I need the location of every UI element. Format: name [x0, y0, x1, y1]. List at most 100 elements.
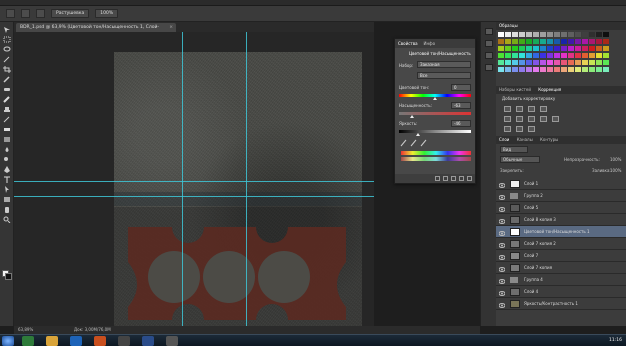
- swatch[interactable]: [561, 53, 567, 58]
- posterize-adjust-icon[interactable]: [516, 126, 523, 132]
- swatches-grid[interactable]: [498, 32, 614, 80]
- eye-icon[interactable]: [498, 289, 506, 296]
- layer-row[interactable]: Слой 7 копия: [496, 262, 626, 274]
- swatch[interactable]: [526, 60, 532, 65]
- vibrance-adjust-icon[interactable]: [504, 116, 511, 122]
- swatch[interactable]: [547, 53, 553, 58]
- clip-to-layer-icon[interactable]: [435, 176, 440, 181]
- swatch[interactable]: [575, 60, 581, 65]
- history-brush-tool-icon[interactable]: [3, 116, 11, 123]
- magic-wand-tool-icon[interactable]: [3, 56, 11, 63]
- healing-tool-icon[interactable]: [3, 86, 11, 93]
- selection-add-icon[interactable]: [36, 9, 45, 18]
- swatch[interactable]: [575, 67, 581, 72]
- swatch[interactable]: [547, 32, 553, 37]
- swatch[interactable]: [554, 60, 560, 65]
- swatch[interactable]: [575, 39, 581, 44]
- swatch[interactable]: [498, 53, 504, 58]
- swatch[interactable]: [554, 32, 560, 37]
- eye-icon[interactable]: [498, 277, 506, 284]
- close-icon[interactable]: ×: [169, 23, 173, 32]
- lightness-slider[interactable]: [399, 130, 471, 133]
- color-balance-adjust-icon[interactable]: [528, 116, 535, 122]
- marquee-tool-icon[interactable]: [3, 36, 11, 43]
- swatch[interactable]: [596, 32, 602, 37]
- swatch[interactable]: [512, 67, 518, 72]
- swatch[interactable]: [526, 39, 532, 44]
- tab-brush-presets[interactable]: Наборы кистей: [499, 87, 531, 92]
- photo-filter-adjust-icon[interactable]: [552, 116, 559, 122]
- swatch[interactable]: [540, 67, 546, 72]
- taskbar-explorer-icon[interactable]: [46, 336, 58, 346]
- document-tab[interactable]: BDR_1.psd @ 63,9% (Цветовой тон/Насыщенн…: [16, 23, 176, 39]
- swatch[interactable]: [589, 67, 595, 72]
- brightness-adjust-icon[interactable]: [504, 106, 511, 112]
- preset-select[interactable]: Заказная: [417, 61, 471, 68]
- swatch[interactable]: [526, 46, 532, 51]
- swatch[interactable]: [603, 60, 609, 65]
- swatch[interactable]: [596, 39, 602, 44]
- swatch[interactable]: [533, 53, 539, 58]
- layer-row[interactable]: Слой 1: [496, 178, 626, 190]
- swatch[interactable]: [554, 39, 560, 44]
- swatch[interactable]: [561, 46, 567, 51]
- eyedropper-tool-icon[interactable]: [3, 76, 11, 83]
- taskbar-photoshop-icon[interactable]: [142, 336, 154, 346]
- swatch[interactable]: [603, 53, 609, 58]
- swatch[interactable]: [547, 67, 553, 72]
- swatch[interactable]: [582, 60, 588, 65]
- layer-row[interactable]: Группа 4: [496, 274, 626, 286]
- lightness-value-field[interactable]: -46: [451, 120, 471, 127]
- canvas-area[interactable]: [14, 32, 374, 327]
- saturation-slider-knob[interactable]: [410, 115, 415, 118]
- path-selection-tool-icon[interactable]: [3, 186, 11, 193]
- swatch[interactable]: [519, 39, 525, 44]
- hue-saturation-adjust-icon[interactable]: [516, 116, 523, 122]
- eye-icon[interactable]: [498, 217, 506, 224]
- swatch[interactable]: [575, 46, 581, 51]
- swatch[interactable]: [512, 32, 518, 37]
- layer-row[interactable]: Слой 5: [496, 202, 626, 214]
- swatch[interactable]: [582, 67, 588, 72]
- feather-field[interactable]: Растушевка: [51, 9, 90, 18]
- swatch[interactable]: [547, 39, 553, 44]
- swatch[interactable]: [533, 32, 539, 37]
- swatch[interactable]: [512, 46, 518, 51]
- threshold-adjust-icon[interactable]: [528, 126, 535, 132]
- swatch[interactable]: [519, 46, 525, 51]
- taskbar-firefox-icon[interactable]: [94, 336, 106, 346]
- blur-tool-icon[interactable]: [3, 146, 11, 153]
- swatch[interactable]: [582, 53, 588, 58]
- character-icon[interactable]: [485, 64, 493, 71]
- swatch[interactable]: [498, 67, 504, 72]
- channel-select[interactable]: Все: [417, 72, 471, 79]
- eye-icon[interactable]: [498, 301, 506, 308]
- swatch[interactable]: [589, 53, 595, 58]
- tab-swatches[interactable]: Образцы: [499, 23, 518, 28]
- swatch[interactable]: [519, 67, 525, 72]
- trash-icon[interactable]: [467, 176, 472, 181]
- background-color-swatch[interactable]: [5, 273, 12, 280]
- layer-row[interactable]: Слой 8 копия 3: [496, 214, 626, 226]
- swatch[interactable]: [561, 60, 567, 65]
- swatch[interactable]: [568, 67, 574, 72]
- tab-paths[interactable]: Контуры: [540, 137, 558, 142]
- fill-value[interactable]: 100%: [610, 168, 621, 173]
- swatch[interactable]: [582, 32, 588, 37]
- swatch[interactable]: [505, 53, 511, 58]
- stamp-tool-icon[interactable]: [3, 106, 11, 113]
- swatch[interactable]: [603, 32, 609, 37]
- start-button-icon[interactable]: [2, 336, 14, 346]
- eyedropper-icons[interactable]: [399, 139, 439, 147]
- swatch[interactable]: [533, 67, 539, 72]
- tab-properties[interactable]: Свойства: [398, 39, 418, 48]
- swatch[interactable]: [554, 53, 560, 58]
- lightness-slider-knob[interactable]: [416, 133, 421, 136]
- zoom-tool-icon[interactable]: [3, 216, 11, 223]
- swatch[interactable]: [533, 60, 539, 65]
- swatch[interactable]: [596, 53, 602, 58]
- taskbar-app-1-icon[interactable]: [22, 336, 34, 346]
- swatch[interactable]: [512, 53, 518, 58]
- swatch[interactable]: [603, 39, 609, 44]
- document-canvas[interactable]: [114, 52, 362, 327]
